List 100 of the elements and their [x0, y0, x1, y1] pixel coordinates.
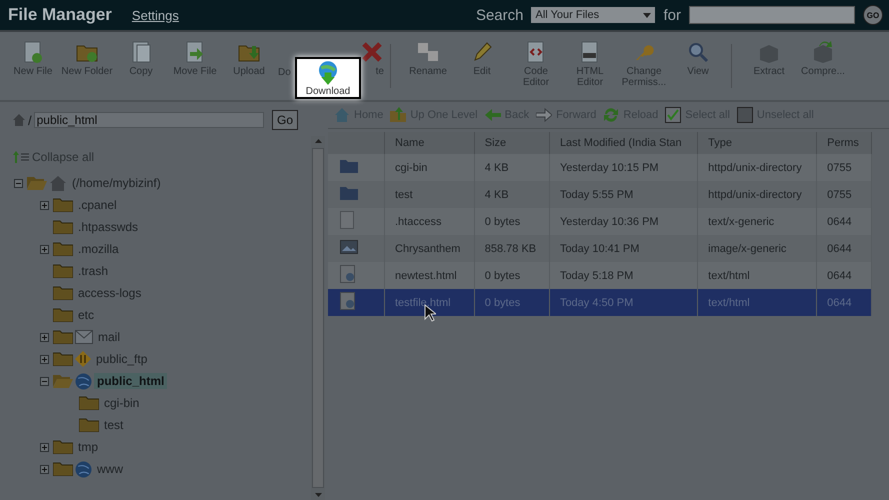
- table-cell: 0644: [816, 235, 872, 262]
- scrollbar-thumb[interactable]: [312, 148, 324, 488]
- tree-item[interactable]: test: [101, 417, 126, 433]
- folder-icon: [53, 462, 73, 476]
- search-scope-dropdown[interactable]: All Your Files: [531, 7, 656, 23]
- caret-icon: [643, 12, 652, 18]
- table-cell: Yesterday 10:15 PM: [549, 154, 698, 181]
- table-cell: 0755: [816, 154, 872, 181]
- path-field[interactable]: public_html: [34, 112, 264, 128]
- table-cell: cgi-bin: [384, 154, 474, 181]
- tree-item[interactable]: mail: [95, 329, 124, 345]
- table-cell: 4 KB: [474, 181, 550, 208]
- document-icon: [340, 211, 354, 229]
- table-cell: 858.78 KB: [474, 235, 550, 262]
- go-button[interactable]: Go: [272, 110, 298, 130]
- table-cell: text/html: [698, 262, 817, 289]
- folder-icon: [53, 352, 73, 366]
- go-button[interactable]: GO: [863, 5, 883, 25]
- table-cell: Today 5:18 PM: [549, 262, 698, 289]
- scroll-up-icon[interactable]: [314, 139, 322, 143]
- column-header[interactable]: Type: [698, 132, 817, 154]
- scrollbar[interactable]: [311, 136, 325, 500]
- table-cell: 0644: [816, 208, 872, 235]
- folder-icon: [53, 308, 73, 322]
- file-row[interactable]: test 4 KB Today 5:55 PM httpd/unix-directory 0755: [328, 181, 872, 208]
- folder-icon: [53, 286, 73, 300]
- open-folder-icon: [27, 176, 47, 190]
- search-field[interactable]: [689, 6, 855, 24]
- expand-toggle[interactable]: [40, 464, 51, 474]
- scroll-down-icon[interactable]: [314, 493, 322, 497]
- checkbox-icon: [665, 107, 682, 123]
- house-icon: [12, 113, 26, 127]
- web-document-icon: [340, 292, 356, 310]
- folder-icon: [53, 264, 73, 278]
- expand-toggle[interactable]: [40, 244, 51, 254]
- table-cell: newtest.html: [384, 262, 474, 289]
- file-row[interactable]: .htaccess 0 bytes Yesterday 10:36 PM text/x-generic 0644: [328, 208, 872, 235]
- folder-icon: [53, 220, 73, 234]
- collapse-icon: [13, 151, 29, 163]
- app-title: File Manager: [8, 5, 112, 25]
- table-cell: 0644: [816, 262, 872, 289]
- file-row[interactable]: testfile.html 0 bytes Today 4:50 PM text/html 0644: [328, 289, 872, 316]
- table-cell: text/x-generic: [698, 208, 817, 235]
- house-icon: [334, 107, 350, 123]
- expand-toggle[interactable]: [40, 332, 51, 342]
- folder-arrow-icon: [390, 107, 406, 123]
- table-cell: Today 5:55 PM: [549, 181, 698, 208]
- settings-link[interactable]: Settings: [132, 8, 179, 22]
- download-button[interactable]: Download: [295, 57, 361, 99]
- table-cell: httpd/unix-directory: [698, 154, 817, 181]
- image-file-icon: [340, 240, 358, 254]
- table-cell: testfile.html: [384, 289, 474, 316]
- expand-toggle[interactable]: [40, 442, 51, 452]
- table-cell: 0 bytes: [474, 289, 550, 316]
- tree-item[interactable]: (/home/mybizinf): [69, 175, 164, 191]
- table-cell: 4 KB: [474, 154, 550, 181]
- tree-item[interactable]: .htpasswds: [75, 219, 142, 235]
- globe-icon: [75, 460, 92, 478]
- open-folder-icon: [53, 374, 73, 388]
- tree-item[interactable]: tmp: [75, 439, 102, 455]
- diamond-sign-icon: [75, 351, 91, 367]
- folder-icon: [53, 330, 73, 344]
- column-header[interactable]: Size: [474, 132, 550, 154]
- folder-icon: [53, 242, 73, 256]
- table-cell: 0644: [816, 289, 872, 316]
- column-header[interactable]: Perms: [816, 132, 872, 154]
- expand-toggle[interactable]: [40, 200, 51, 210]
- empty-checkbox-icon: [736, 107, 753, 123]
- table-cell: 0 bytes: [474, 208, 550, 235]
- column-header[interactable]: Last Modified (India Stan: [549, 132, 698, 154]
- tree-item[interactable]: .trash: [75, 263, 112, 279]
- search-label: Search: [476, 6, 524, 24]
- cross-icon: [360, 40, 384, 64]
- tree-item[interactable]: public_html: [94, 373, 168, 389]
- column-header[interactable]: Name: [384, 132, 474, 154]
- tree-item[interactable]: .mozilla: [75, 241, 122, 257]
- file-row[interactable]: newtest.html 0 bytes Today 5:18 PM text/html 0644: [328, 262, 872, 289]
- for-label: for: [663, 6, 681, 24]
- file-row[interactable]: Chrysanthem 858.78 KB Today 10:41 PM image/x-generic 0644: [328, 235, 872, 262]
- table-cell: Today 10:41 PM: [549, 235, 698, 262]
- envelope-icon: [75, 330, 93, 344]
- tree-item[interactable]: www: [94, 461, 126, 477]
- table-cell: Yesterday 10:36 PM: [549, 208, 698, 235]
- expand-toggle[interactable]: [40, 376, 51, 386]
- tree-item[interactable]: etc: [75, 307, 98, 323]
- folder-icon: [53, 440, 73, 454]
- house-icon: [49, 175, 67, 191]
- globe-icon: [75, 372, 92, 390]
- expand-toggle[interactable]: [14, 178, 25, 188]
- table-cell: text/html: [698, 289, 817, 316]
- tree-item[interactable]: .cpanel: [75, 197, 120, 213]
- tree-item[interactable]: access-logs: [75, 285, 144, 301]
- table-cell: 0 bytes: [474, 262, 550, 289]
- tree-item[interactable]: public_ftp: [93, 351, 150, 367]
- expand-toggle[interactable]: [40, 354, 51, 364]
- folder-icon: [79, 418, 99, 432]
- magnifier-icon: [686, 40, 710, 64]
- table-cell: Today 4:50 PM: [549, 289, 698, 316]
- tree-item[interactable]: cgi-bin: [101, 395, 142, 411]
- file-row[interactable]: cgi-bin 4 KB Yesterday 10:15 PM httpd/unix-directory 0755: [328, 154, 872, 181]
